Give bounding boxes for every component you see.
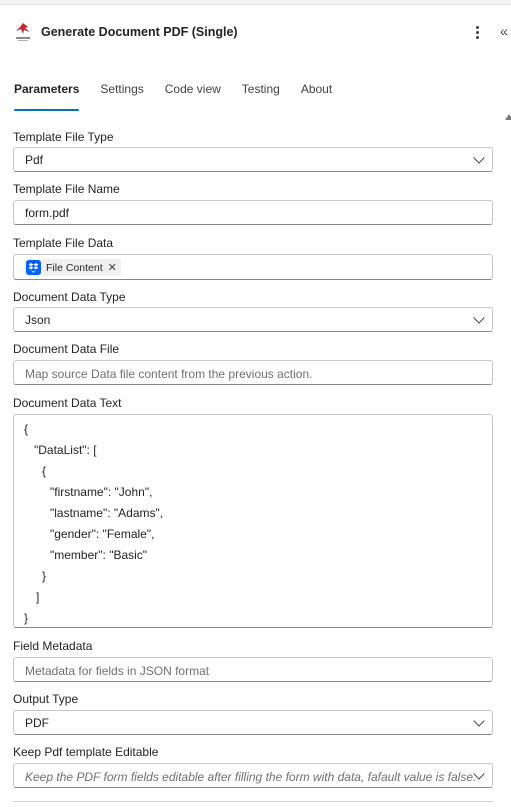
field-metadata-input[interactable]: Metadata for fields in JSON format xyxy=(13,657,493,682)
scrollbar-up-arrow[interactable] xyxy=(505,114,511,120)
template-file-name-input[interactable]: form.pdf xyxy=(13,200,493,225)
field-metadata-placeholder: Metadata for fields in JSON format xyxy=(25,664,210,678)
keep-editable-placeholder: Keep the PDF form fields editable after … xyxy=(25,770,477,784)
chevron-down-icon xyxy=(473,312,485,324)
template-file-name-value: form.pdf xyxy=(25,206,70,220)
code-line: "firstname": "John", xyxy=(50,485,153,499)
field-metadata-label: Field Metadata xyxy=(13,639,93,653)
template-file-name-label: Template File Name xyxy=(13,182,120,196)
output-type-dropdown[interactable]: PDF xyxy=(13,710,493,735)
more-vertical-icon[interactable] xyxy=(470,22,484,42)
tab-testing[interactable]: Testing xyxy=(242,82,280,104)
top-strip xyxy=(0,0,511,5)
tab-parameters[interactable]: Parameters xyxy=(14,82,80,111)
token-label: File Content xyxy=(46,261,103,274)
dropbox-icon xyxy=(26,260,41,275)
template-file-type-label: Template File Type xyxy=(13,130,114,144)
code-line: "gender": "Female", xyxy=(50,527,155,541)
document-data-file-input[interactable]: Map source Data file content from the pr… xyxy=(13,360,493,385)
action-header: Generate Document PDF (Single) « xyxy=(0,18,511,48)
document-data-file-label: Document Data File xyxy=(13,342,120,356)
code-line: } xyxy=(24,611,29,625)
document-data-text-label: Document Data Text xyxy=(13,396,122,410)
template-file-data-input[interactable]: File Content ✕ xyxy=(13,254,493,280)
document-data-text-editor[interactable]: { "DataList": [ { "firstname": "John", "… xyxy=(13,414,493,628)
action-title: Generate Document PDF (Single) xyxy=(41,25,238,39)
keep-editable-dropdown[interactable]: Keep the PDF form fields editable after … xyxy=(13,763,493,788)
document-data-type-dropdown[interactable]: Json xyxy=(13,307,493,332)
code-line: ] xyxy=(36,590,40,604)
code-line: "DataList": [ xyxy=(34,443,97,457)
file-content-token[interactable]: File Content ✕ xyxy=(25,259,121,276)
template-file-data-label: Template File Data xyxy=(13,236,114,250)
document-data-type-value: Json xyxy=(25,313,51,327)
divider xyxy=(13,801,493,802)
output-type-value: PDF xyxy=(25,716,49,730)
tab-settings[interactable]: Settings xyxy=(100,82,143,104)
chevron-down-icon xyxy=(473,715,485,727)
document-data-type-label: Document Data Type xyxy=(13,290,126,304)
code-line: } xyxy=(42,569,47,583)
tab-bar: Parameters Settings Code view Testing Ab… xyxy=(14,82,353,111)
template-file-type-value: Pdf xyxy=(25,153,44,167)
chevron-down-icon xyxy=(473,152,485,164)
code-line: "lastname": "Adams", xyxy=(50,506,164,520)
output-type-label: Output Type xyxy=(13,692,79,706)
keep-editable-label: Keep Pdf template Editable xyxy=(13,745,159,759)
tab-code-view[interactable]: Code view xyxy=(165,82,221,104)
app-logo-icon xyxy=(16,23,30,41)
code-line: "member": "Basic" xyxy=(50,548,148,562)
remove-token-icon[interactable]: ✕ xyxy=(108,261,117,274)
code-line: { xyxy=(42,464,47,478)
code-line: { xyxy=(24,422,29,436)
collapse-panel-icon[interactable]: « xyxy=(500,23,508,39)
template-file-type-dropdown[interactable]: Pdf xyxy=(13,147,493,172)
tab-about[interactable]: About xyxy=(301,82,332,104)
document-data-file-placeholder: Map source Data file content from the pr… xyxy=(25,367,313,381)
